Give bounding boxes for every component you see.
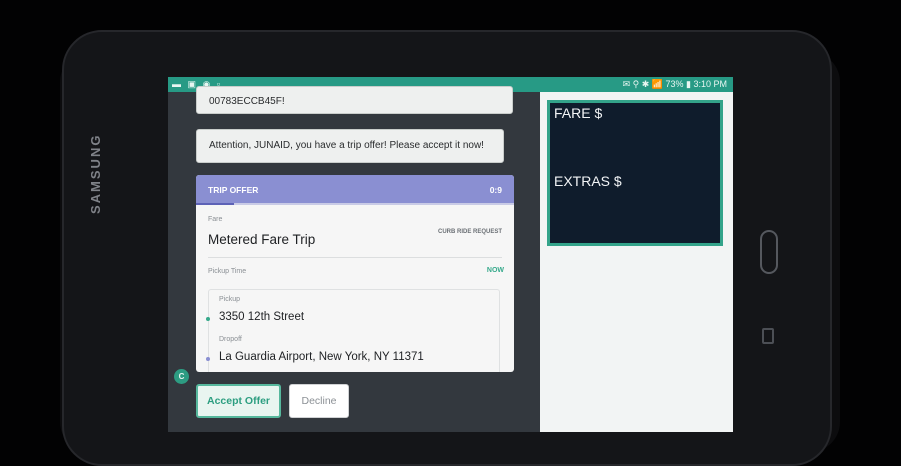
trip-offer-header: TRIP OFFER 0:9 [196, 175, 514, 203]
request-type-badge: CURB RIDE REQUEST [437, 229, 502, 235]
fare-label: Fare [208, 216, 223, 223]
route-box: Pickup 3350 12th Street Dropoff La Guard… [206, 289, 500, 372]
meter-pane: FARE $ EXTRAS $ [540, 92, 733, 432]
dropoff-label: Dropoff [219, 336, 242, 343]
pickup-time-value: NOW [486, 267, 504, 274]
fare-meter-display: FARE $ EXTRAS $ [547, 100, 723, 246]
attention-message: Attention, JUNAID, you have a trip offer… [196, 129, 504, 163]
pickup-address: 3350 12th Street [219, 311, 305, 323]
offer-progress-bar [196, 203, 514, 205]
home-button[interactable] [760, 230, 778, 274]
divider [208, 257, 502, 258]
trip-offer-card: TRIP OFFER 0:9 Fare Metered Fare Trip CU… [196, 175, 514, 372]
fare-amount-label: FARE $ [554, 105, 603, 121]
dropoff-dot-icon [206, 357, 210, 361]
status-indicators: ✉ ⚲ ✱ 📶 73% ▮ 3:10 PM [622, 79, 727, 89]
pickup-dot-icon [206, 317, 210, 321]
tablet-screen: ▬ ▣ ◉ ▫ ✉ ⚲ ✱ 📶 73% ▮ 3:10 PM 00783ECCB4… [168, 77, 733, 432]
pickup-label: Pickup [219, 296, 241, 303]
brand-logo: SAMSUNG [88, 133, 103, 214]
offer-progress-fill [196, 203, 235, 205]
message-bubble: 00783ECCB45F! [196, 86, 513, 114]
offer-countdown: 0:9 [489, 185, 502, 195]
dispatch-pane: 00783ECCB45F! Attention, JUNAID, you hav… [168, 86, 540, 432]
pickup-time-label: Pickup Time [208, 268, 247, 275]
extras-amount-label: EXTRAS $ [554, 173, 622, 189]
recent-apps-button[interactable] [762, 328, 774, 344]
trip-offer-title: TRIP OFFER [208, 185, 259, 195]
dropoff-address: La Guardia Airport, New York, NY 11371 [219, 351, 424, 363]
avatar[interactable]: C [174, 369, 189, 384]
fare-value: Metered Fare Trip [208, 232, 316, 247]
accept-offer-button[interactable]: Accept Offer [196, 384, 281, 418]
decline-button[interactable]: Decline [289, 384, 349, 418]
